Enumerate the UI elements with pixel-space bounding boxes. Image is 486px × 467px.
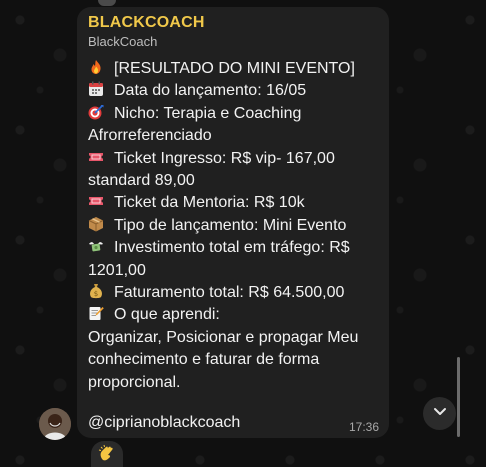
- message-line: conhecimento e faturar de forma: [88, 351, 320, 369]
- line-text: Ticket da Mentoria: R$ 10k: [114, 194, 305, 212]
- chevron-down-icon: [432, 403, 448, 424]
- money-bag-icon: $: [88, 283, 108, 299]
- message-bubble[interactable]: BLACKCOACH BlackCoach [RESULTADO DO MINI…: [77, 7, 389, 438]
- message-timestamp: 17:36: [348, 420, 379, 434]
- ticket-icon: [88, 193, 108, 209]
- calendar-icon: [88, 81, 108, 97]
- message-line: $ Faturamento total: R$ 64.500,00: [88, 282, 379, 304]
- ticket-icon: [88, 149, 108, 165]
- message-line: O que aprendi:: [88, 304, 379, 326]
- message-line: Organizar, Posicionar e propagar Meu: [88, 328, 359, 346]
- message-line: 1201,00: [88, 261, 146, 279]
- message-line: [RESULTADO DO MINI EVENTO]: [88, 58, 379, 80]
- scroll-down-button[interactable]: [423, 397, 456, 430]
- money-wings-icon: [88, 238, 108, 254]
- message-line: Nicho: Terapia e Coaching: [88, 103, 379, 125]
- memo-icon: [88, 305, 108, 321]
- message-line: Tipo de lançamento: Mini Evento: [88, 215, 379, 237]
- line-text: [RESULTADO DO MINI EVENTO]: [114, 60, 355, 77]
- profile-mention-link[interactable]: @ciprianoblackcoach: [88, 412, 379, 434]
- line-text: Nicho: Terapia e Coaching: [114, 104, 302, 122]
- message-line: Investimento total em tráfego: R$: [88, 237, 379, 259]
- package-icon: [88, 216, 108, 232]
- sender-subtitle: BlackCoach: [88, 34, 158, 49]
- fire-icon: [88, 59, 108, 75]
- message-line: Ticket Ingresso: R$ vip- 167,00: [88, 148, 379, 170]
- line-text: Tipo de lançamento: Mini Evento: [114, 216, 347, 234]
- message-line: Afrorreferenciado: [88, 127, 212, 145]
- line-text: Ticket Ingresso: R$ vip- 167,00: [114, 149, 335, 167]
- avatar[interactable]: [39, 408, 71, 440]
- clap-icon: [98, 444, 116, 467]
- line-text: Investimento total em tráfego: R$: [114, 239, 350, 257]
- message-line: Data do lançamento: 16/05: [88, 80, 379, 102]
- line-text: Data do lançamento: 16/05: [114, 82, 307, 100]
- message-line: Ticket da Mentoria: R$ 10k: [88, 192, 379, 214]
- line-text: O que aprendi:: [114, 306, 220, 324]
- reaction-chip[interactable]: [91, 441, 123, 467]
- sender-name[interactable]: BLACKCOACH: [88, 12, 379, 34]
- target-icon: [88, 104, 108, 120]
- message-line: proporcional.: [88, 373, 181, 391]
- line-text: Faturamento total: R$ 64.500,00: [114, 284, 345, 302]
- svg-text:$: $: [94, 290, 98, 298]
- message-line: standard 89,00: [88, 172, 195, 190]
- scrollbar[interactable]: [457, 357, 460, 437]
